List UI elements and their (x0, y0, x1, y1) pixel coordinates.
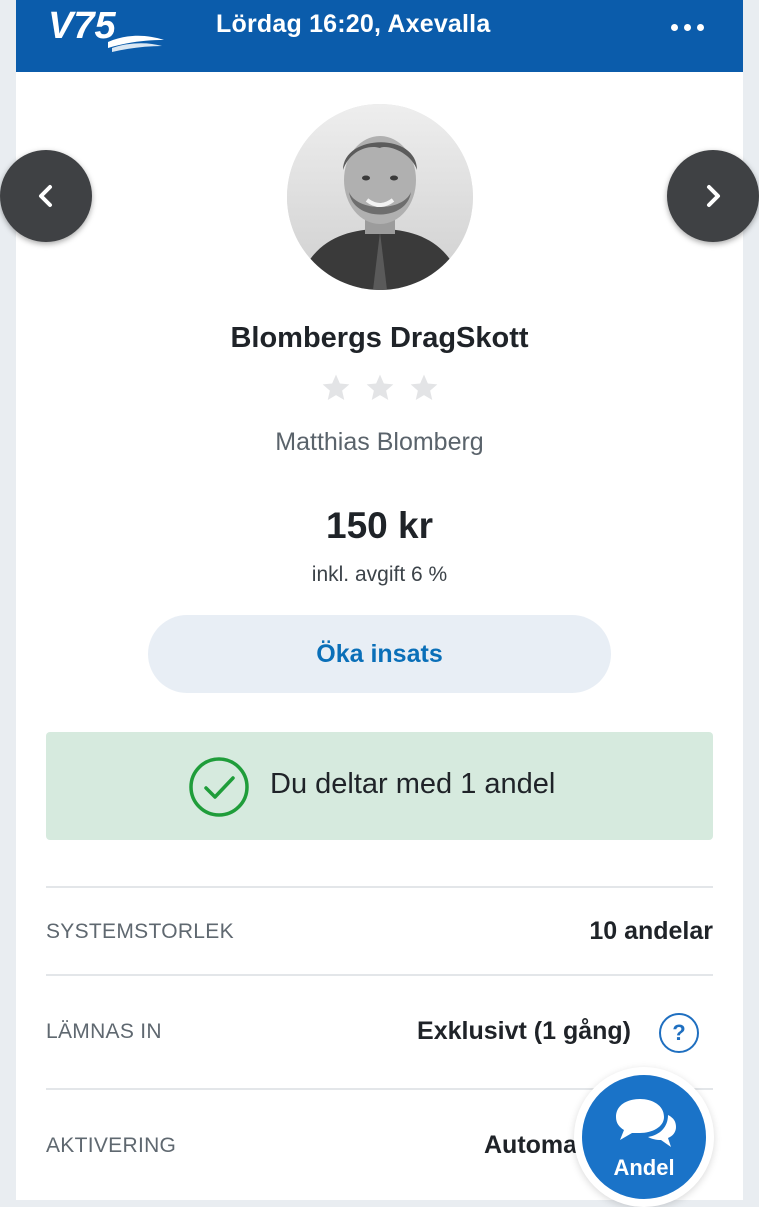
top-app-bar: V75 Lördag 16:20, Axevalla (16, 0, 743, 72)
star-empty-icon (366, 374, 393, 400)
avatar (287, 104, 473, 290)
dot-icon (670, 23, 678, 31)
chat-bubbles-icon (616, 1099, 676, 1147)
question-icon: ? (672, 1020, 686, 1045)
chevron-right-icon (707, 185, 720, 207)
detail-label-aktivering: AKTIVERING (46, 1134, 177, 1157)
fee-note: inkl. avgift 6 % (311, 563, 448, 586)
profile-photo (287, 104, 473, 290)
fab-circle: Andel (582, 1075, 706, 1199)
detail-value-aktivering: Automa (484, 1131, 578, 1159)
owner-name: Matthias Blomberg (275, 428, 484, 456)
detail-value-lamnas-in: Exklusivt (1 gång) (417, 1017, 631, 1045)
check-circle-icon (189, 757, 249, 817)
chevron-left-icon (39, 185, 52, 207)
detail-value-systemstorlek: 10 andelar (589, 917, 713, 945)
dot-icon (683, 23, 691, 31)
star-empty-icon (322, 374, 349, 400)
v75-logo: V75 (48, 5, 164, 52)
andel-chat-button[interactable]: Andel (574, 1067, 714, 1207)
svg-text:V75: V75 (48, 5, 116, 47)
fab-label: Andel (613, 1155, 675, 1180)
participation-text: Du deltar med 1 andel (270, 768, 556, 800)
star-empty-icon (410, 374, 437, 400)
dot-icon (696, 23, 704, 31)
help-button[interactable]: ? (659, 1013, 699, 1053)
detail-label-systemstorlek: SYSTEMSTORLEK (46, 920, 234, 943)
more-options-button[interactable] (667, 19, 707, 35)
participation-banner: Du deltar med 1 andel (46, 732, 713, 840)
team-name: Blombergs DragSkott (230, 322, 529, 354)
share-price: 150 kr (326, 505, 433, 546)
rating-stars (0, 372, 759, 404)
race-title: Lördag 16:20, Axevalla (216, 10, 491, 38)
divider (46, 886, 713, 888)
next-team-button[interactable] (667, 150, 759, 242)
detail-label-lamnas-in: LÄMNAS IN (46, 1020, 162, 1043)
increase-stake-button[interactable]: Öka insats (148, 615, 611, 693)
previous-team-button[interactable] (0, 150, 92, 242)
divider (46, 974, 713, 976)
